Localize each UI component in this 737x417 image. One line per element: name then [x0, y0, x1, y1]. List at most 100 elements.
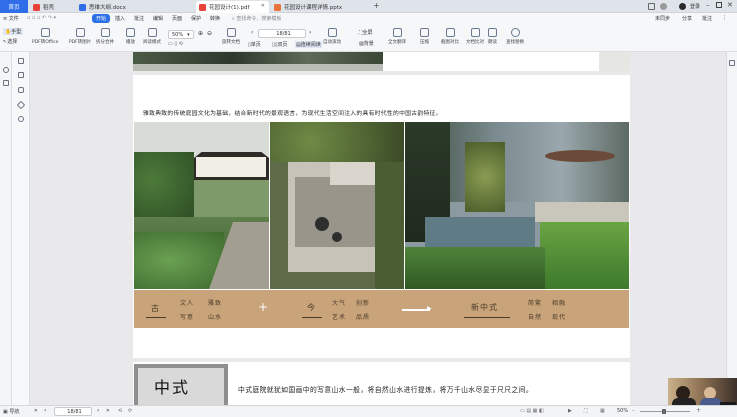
new-tab-button[interactable]: +: [373, 1, 380, 10]
attachment-icon[interactable]: [16, 100, 26, 110]
continuous-read-button[interactable]: ▤连续阅读: [295, 41, 322, 48]
page-gap: [133, 358, 630, 362]
compress-button[interactable]: 压缩: [420, 28, 429, 45]
double-page-button[interactable]: ▯▯双页: [272, 41, 288, 48]
page-number-field[interactable]: 18/81: [258, 29, 306, 38]
nav-label: 导航: [9, 409, 20, 415]
tab-daoke[interactable]: 稻壳: [30, 1, 74, 13]
arrow-icon: [402, 309, 430, 311]
view-mode-icons[interactable]: ▭ ▤ ▦ ◧: [520, 408, 544, 414]
button-label: PDF转图片: [69, 40, 92, 45]
next-page-text: 中式庭院就犹如国画中的写意山水一般，将自然山水进行提炼，将万千山水尽显于尺尺之间…: [238, 386, 534, 394]
avatar[interactable]: [679, 3, 686, 10]
prev-page-icon[interactable]: ‹: [44, 407, 46, 414]
close-window-button[interactable]: ✕: [727, 1, 733, 9]
zoom-out-icon[interactable]: –: [632, 408, 635, 414]
rotate-right-icon[interactable]: ⟳: [128, 408, 132, 414]
rotate-doc-button[interactable]: 旋转文档: [222, 28, 240, 45]
quick-access-icons[interactable]: ▫ ▫ ▫ ↶ ↷ ▾: [27, 15, 56, 21]
bookmark-icon[interactable]: [18, 58, 24, 64]
next-page-icon[interactable]: ›: [97, 407, 99, 414]
fullscreen-button[interactable]: ⛶全屏: [359, 29, 373, 36]
next-page-icon[interactable]: ›: [309, 29, 311, 36]
login-label[interactable]: 登录: [690, 3, 700, 10]
doc-compare-button[interactable]: 文档比对: [466, 28, 484, 45]
close-icon[interactable]: ✕: [261, 3, 265, 9]
comment-icon[interactable]: [18, 87, 24, 93]
concept-band: 古 文人 雅致 写意 山水 + 今 大气 创新 艺术 品质 ▶ 新中式 简繁 相…: [134, 290, 629, 328]
split-merge-button[interactable]: 拆分合并: [96, 28, 114, 45]
select-tool[interactable]: ↖选择: [3, 38, 17, 45]
menu-page[interactable]: 页面: [172, 15, 182, 22]
first-page-icon[interactable]: «: [34, 407, 38, 414]
band-word: 相融: [552, 300, 567, 307]
play-icon: [126, 28, 135, 37]
menu-start[interactable]: 开始: [92, 14, 111, 23]
tab-home-label: 首页: [8, 4, 20, 11]
more-icon[interactable]: ⋮: [722, 15, 727, 21]
tab-docx[interactable]: 思维大纲.docx: [76, 1, 194, 13]
menu-comment[interactable]: 批注: [134, 15, 144, 22]
pdf-to-image-button[interactable]: PDF转图片: [69, 28, 91, 45]
adjust-icon[interactable]: [3, 80, 9, 86]
tab-home[interactable]: 首页: [0, 0, 28, 13]
tab-label: 花园设计(1).pdf: [209, 5, 250, 11]
panel-icon[interactable]: [729, 60, 735, 66]
signature-icon[interactable]: [18, 116, 24, 122]
thumbnail-icon[interactable]: [18, 72, 24, 78]
read-mode-button[interactable]: 阅读模式: [143, 28, 161, 45]
scroll-icon: [327, 28, 337, 37]
aerial-courtyard-photo: [270, 122, 404, 289]
single-page-button[interactable]: ▯单页: [248, 41, 261, 48]
share-button[interactable]: 分享: [682, 15, 692, 22]
last-page-icon[interactable]: »: [106, 407, 110, 414]
zoom-in-icon[interactable]: +: [696, 407, 701, 414]
menu-convert[interactable]: 转换: [210, 15, 220, 22]
zoom-out-icon[interactable]: ⊖: [207, 30, 212, 37]
tab-pdf[interactable]: 花园设计(1).pdf ✕: [196, 1, 269, 13]
maximize-button[interactable]: [716, 2, 722, 8]
band-mid-key: 今: [307, 303, 316, 312]
play-button[interactable]: 播放: [126, 28, 135, 45]
screenshot-compare-button[interactable]: 截图对比: [441, 28, 459, 45]
background-button[interactable]: ▨背景: [359, 40, 374, 47]
read-aloud-button[interactable]: 朗读: [488, 28, 497, 45]
search-icon[interactable]: [3, 67, 9, 73]
word-icon: [79, 3, 86, 11]
prev-page-icon[interactable]: ‹: [251, 29, 253, 36]
hand-tool[interactable]: ✋手型: [3, 28, 24, 35]
fit-page-icon[interactable]: ⛶: [584, 408, 588, 414]
rotate-icon[interactable]: ⟲: [118, 408, 122, 414]
button-label: 查找替换: [506, 40, 524, 45]
find-replace-button[interactable]: 查找替换: [506, 28, 524, 45]
compare-icon: [470, 28, 480, 37]
search-command[interactable]: ⌕ 查找命令、搜索模板: [232, 15, 281, 22]
zoom-slider-handle[interactable]: [662, 409, 666, 414]
tab-pptx[interactable]: 花园设计课程详情.pptx: [271, 1, 371, 13]
minimize-button[interactable]: –: [706, 1, 710, 9]
side-panel-icons: [12, 52, 30, 405]
band-left-key: 古: [151, 304, 160, 313]
notification-icon[interactable]: [660, 3, 667, 10]
auto-scroll-button[interactable]: 自动滚动: [323, 28, 341, 45]
zoom-percent[interactable]: 50%: [617, 408, 628, 414]
menu-edit[interactable]: 编辑: [153, 15, 163, 22]
zoom-select[interactable]: 50% ▾: [168, 30, 194, 39]
grid-icon[interactable]: ▦: [600, 408, 605, 414]
nav-toggle[interactable]: ▣ 导航: [3, 408, 19, 415]
file-menu[interactable]: ≡ 文件: [3, 15, 19, 22]
menu-bar: ≡ 文件 ▫ ▫ ▫ ↶ ↷ ▾ 开始 插入 批注 编辑 页面 保护 转换 ⌕ …: [0, 13, 737, 25]
menu-protect[interactable]: 保护: [191, 15, 201, 22]
comment-button[interactable]: 批注: [702, 15, 712, 22]
play-icon[interactable]: ▶: [568, 408, 572, 414]
unsynced-label[interactable]: 未同步: [655, 15, 670, 22]
pdf-to-office-button[interactable]: PDF转Office: [32, 28, 58, 45]
ribbon-toolbar: ✋手型 ↖选择 PDF转Office PDF转图片 拆分合并 播放 阅读模式 5…: [0, 25, 737, 52]
right-side-panel: [726, 52, 737, 405]
menu-insert[interactable]: 插入: [115, 15, 125, 22]
fit-icons[interactable]: ▭ ▯ ⟲: [168, 41, 183, 47]
full-translate-button[interactable]: 全文翻译: [388, 28, 406, 45]
page-number-field[interactable]: 18/81: [54, 407, 92, 416]
window-layout-icon[interactable]: [648, 3, 655, 10]
zoom-in-icon[interactable]: ⊕: [198, 30, 203, 37]
